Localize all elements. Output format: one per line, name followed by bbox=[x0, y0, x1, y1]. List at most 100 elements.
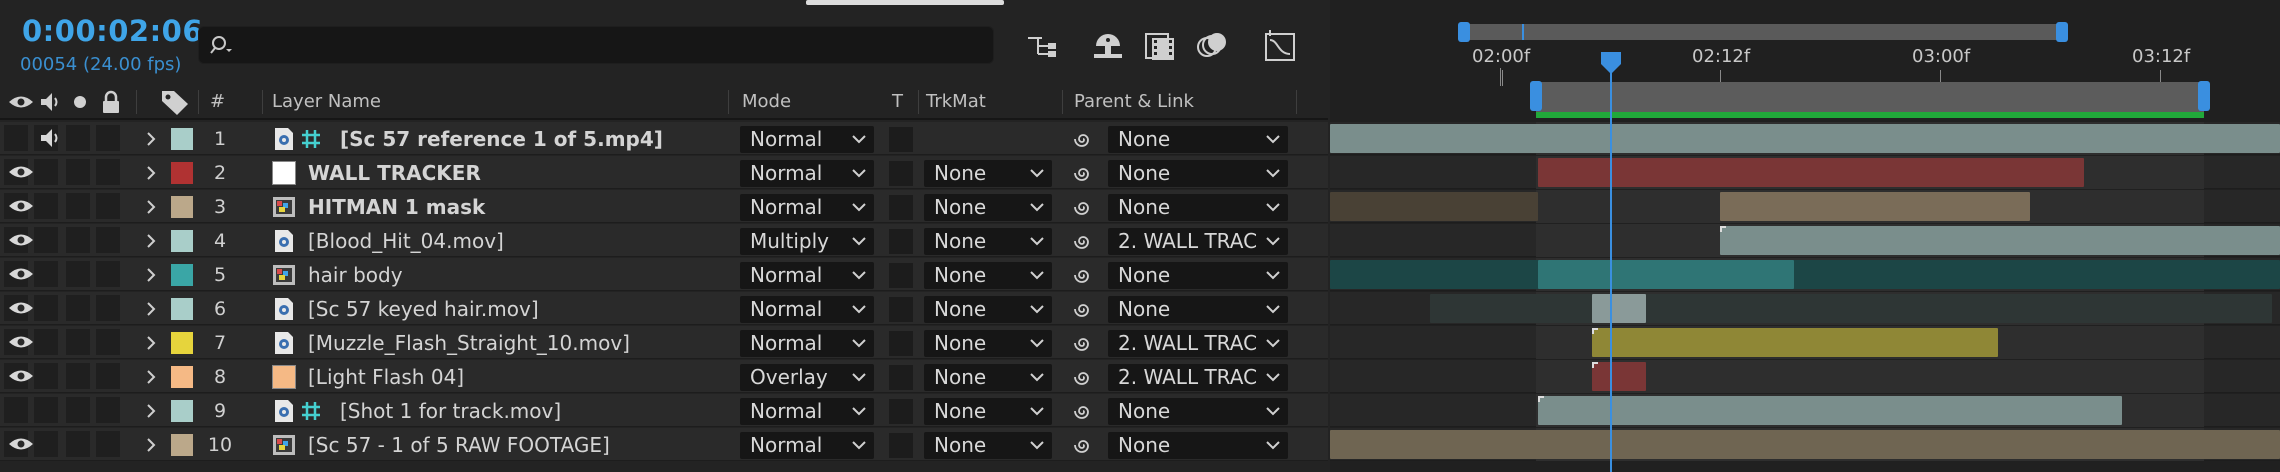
time-ruler[interactable]: 02:00f 02:12f 03:00f 03:12f bbox=[1330, 44, 2280, 86]
pickwhip-icon[interactable] bbox=[1072, 299, 1094, 321]
chevron-right-icon[interactable] bbox=[144, 369, 158, 385]
preserve-transparency-toggle[interactable] bbox=[889, 365, 913, 390]
chevron-right-icon[interactable] bbox=[144, 165, 158, 181]
lock-toggle-box[interactable] bbox=[96, 261, 120, 287]
layer-name[interactable]: [Muzzle_Flash_Straight_10.mov] bbox=[308, 331, 630, 355]
label-color-swatch[interactable] bbox=[171, 400, 193, 422]
lock-toggle-box[interactable] bbox=[96, 329, 120, 355]
solo-toggle-box[interactable] bbox=[66, 329, 90, 355]
parent-dropdown[interactable]: None bbox=[1108, 296, 1288, 323]
pickwhip-icon[interactable] bbox=[1072, 163, 1094, 185]
lock-toggle-box[interactable] bbox=[96, 363, 120, 389]
layer-name[interactable]: hair body bbox=[308, 263, 403, 287]
column-mode[interactable]: Mode bbox=[742, 91, 791, 112]
current-timecode[interactable]: 0:00:02:06 bbox=[22, 14, 203, 48]
solo-toggle-box[interactable] bbox=[66, 227, 90, 253]
solo-toggle-box[interactable] bbox=[66, 193, 90, 219]
work-area-bar[interactable] bbox=[1536, 82, 2204, 116]
video-toggle-box[interactable] bbox=[4, 397, 28, 423]
pickwhip-icon[interactable] bbox=[1072, 197, 1094, 219]
preserve-transparency-toggle[interactable] bbox=[889, 229, 913, 254]
pickwhip-icon[interactable] bbox=[1072, 333, 1094, 355]
search-icon[interactable] bbox=[209, 34, 235, 58]
layer-duration-bar[interactable] bbox=[1330, 430, 2280, 459]
layer-name[interactable]: [Sc 57 reference 1 of 5.mp4] bbox=[340, 127, 663, 151]
layer-duration-bar[interactable] bbox=[1430, 294, 2272, 323]
work-area-start-handle[interactable] bbox=[1530, 81, 1542, 111]
column-t[interactable]: T bbox=[892, 91, 903, 112]
trkmat-dropdown[interactable]: None bbox=[924, 432, 1052, 459]
layer-duration-bar[interactable] bbox=[1538, 396, 2122, 425]
layer-row[interactable]: 5 hair body Normal None None bbox=[0, 258, 1328, 291]
solo-toggle-box[interactable] bbox=[66, 261, 90, 287]
preserve-transparency-toggle[interactable] bbox=[889, 127, 913, 152]
pickwhip-icon[interactable] bbox=[1072, 367, 1094, 389]
label-color-swatch[interactable] bbox=[171, 434, 193, 456]
solo-header-icon[interactable] bbox=[72, 94, 88, 110]
mode-dropdown[interactable]: Normal bbox=[740, 330, 874, 357]
layer-active-segment[interactable] bbox=[1592, 294, 1646, 323]
layer-name[interactable]: [Sc 57 - 1 of 5 RAW FOOTAGE] bbox=[308, 433, 610, 457]
mode-dropdown[interactable]: Normal bbox=[740, 160, 874, 187]
time-navigator[interactable] bbox=[1462, 24, 2062, 40]
chevron-right-icon[interactable] bbox=[144, 301, 158, 317]
eye-icon[interactable] bbox=[8, 368, 34, 384]
layer-row[interactable]: 9 [Shot 1 for track.mov] Normal None None bbox=[0, 394, 1328, 427]
video-toggle-header-icon[interactable] bbox=[8, 94, 34, 110]
parent-dropdown[interactable]: 2. WALL TRAC bbox=[1108, 364, 1288, 391]
preserve-transparency-toggle[interactable] bbox=[889, 263, 913, 288]
layer-row[interactable]: 6 [Sc 57 keyed hair.mov] Normal None None bbox=[0, 292, 1328, 325]
trkmat-dropdown[interactable]: None bbox=[924, 364, 1052, 391]
lock-toggle-box[interactable] bbox=[96, 397, 120, 423]
motion-blur-icon[interactable] bbox=[1194, 28, 1230, 64]
speaker-icon[interactable] bbox=[38, 126, 62, 150]
trkmat-dropdown[interactable]: None bbox=[924, 330, 1052, 357]
flowchart-icon[interactable] bbox=[1024, 28, 1060, 64]
audio-toggle-box[interactable] bbox=[34, 193, 58, 219]
eye-icon[interactable] bbox=[8, 198, 34, 214]
layer-duration-bar[interactable] bbox=[1720, 226, 2280, 255]
parent-dropdown[interactable]: None bbox=[1108, 398, 1288, 425]
chevron-right-icon[interactable] bbox=[144, 437, 158, 453]
chevron-right-icon[interactable] bbox=[144, 199, 158, 215]
audio-toggle-box[interactable] bbox=[34, 397, 58, 423]
chevron-right-icon[interactable] bbox=[144, 131, 158, 147]
layer-duration-bar[interactable] bbox=[1538, 158, 2084, 187]
layer-duration-bar[interactable] bbox=[1330, 124, 2280, 153]
layer-name[interactable]: [Light Flash 04] bbox=[308, 365, 464, 389]
chevron-right-icon[interactable] bbox=[144, 233, 158, 249]
chevron-right-icon[interactable] bbox=[144, 403, 158, 419]
label-color-swatch[interactable] bbox=[171, 128, 193, 150]
chevron-right-icon[interactable] bbox=[144, 335, 158, 351]
pickwhip-icon[interactable] bbox=[1072, 265, 1094, 287]
panel-scrollbar[interactable] bbox=[806, 0, 1004, 5]
solo-toggle-box[interactable] bbox=[66, 397, 90, 423]
lock-header-icon[interactable] bbox=[100, 90, 122, 114]
label-color-swatch[interactable] bbox=[171, 366, 193, 388]
search-input[interactable] bbox=[243, 31, 983, 59]
layer-name[interactable]: [Shot 1 for track.mov] bbox=[340, 399, 561, 423]
eye-icon[interactable] bbox=[8, 300, 34, 316]
layer-name[interactable]: HITMAN 1 mask bbox=[308, 195, 485, 219]
audio-toggle-box[interactable] bbox=[34, 227, 58, 253]
eye-icon[interactable] bbox=[8, 164, 34, 180]
solo-toggle-box[interactable] bbox=[66, 431, 90, 457]
trkmat-dropdown[interactable]: None bbox=[924, 398, 1052, 425]
trkmat-dropdown[interactable]: None bbox=[924, 296, 1052, 323]
mode-dropdown[interactable]: Multiply bbox=[740, 228, 874, 255]
trkmat-dropdown[interactable]: None bbox=[924, 160, 1052, 187]
frame-blending-icon[interactable] bbox=[1142, 28, 1178, 64]
layer-active-segment[interactable] bbox=[1720, 192, 2030, 221]
video-toggle-box[interactable] bbox=[4, 125, 28, 151]
parent-dropdown[interactable]: 2. WALL TRAC bbox=[1108, 228, 1288, 255]
solo-toggle-box[interactable] bbox=[66, 159, 90, 185]
trkmat-dropdown[interactable]: None bbox=[924, 228, 1052, 255]
column-parent-link[interactable]: Parent & Link bbox=[1074, 91, 1194, 112]
preserve-transparency-toggle[interactable] bbox=[889, 161, 913, 186]
column-number[interactable]: # bbox=[210, 91, 225, 112]
eye-icon[interactable] bbox=[8, 334, 34, 350]
lock-toggle-box[interactable] bbox=[96, 159, 120, 185]
lock-toggle-box[interactable] bbox=[96, 431, 120, 457]
eye-icon[interactable] bbox=[8, 266, 34, 282]
layer-duration-bar[interactable] bbox=[1592, 328, 1998, 357]
